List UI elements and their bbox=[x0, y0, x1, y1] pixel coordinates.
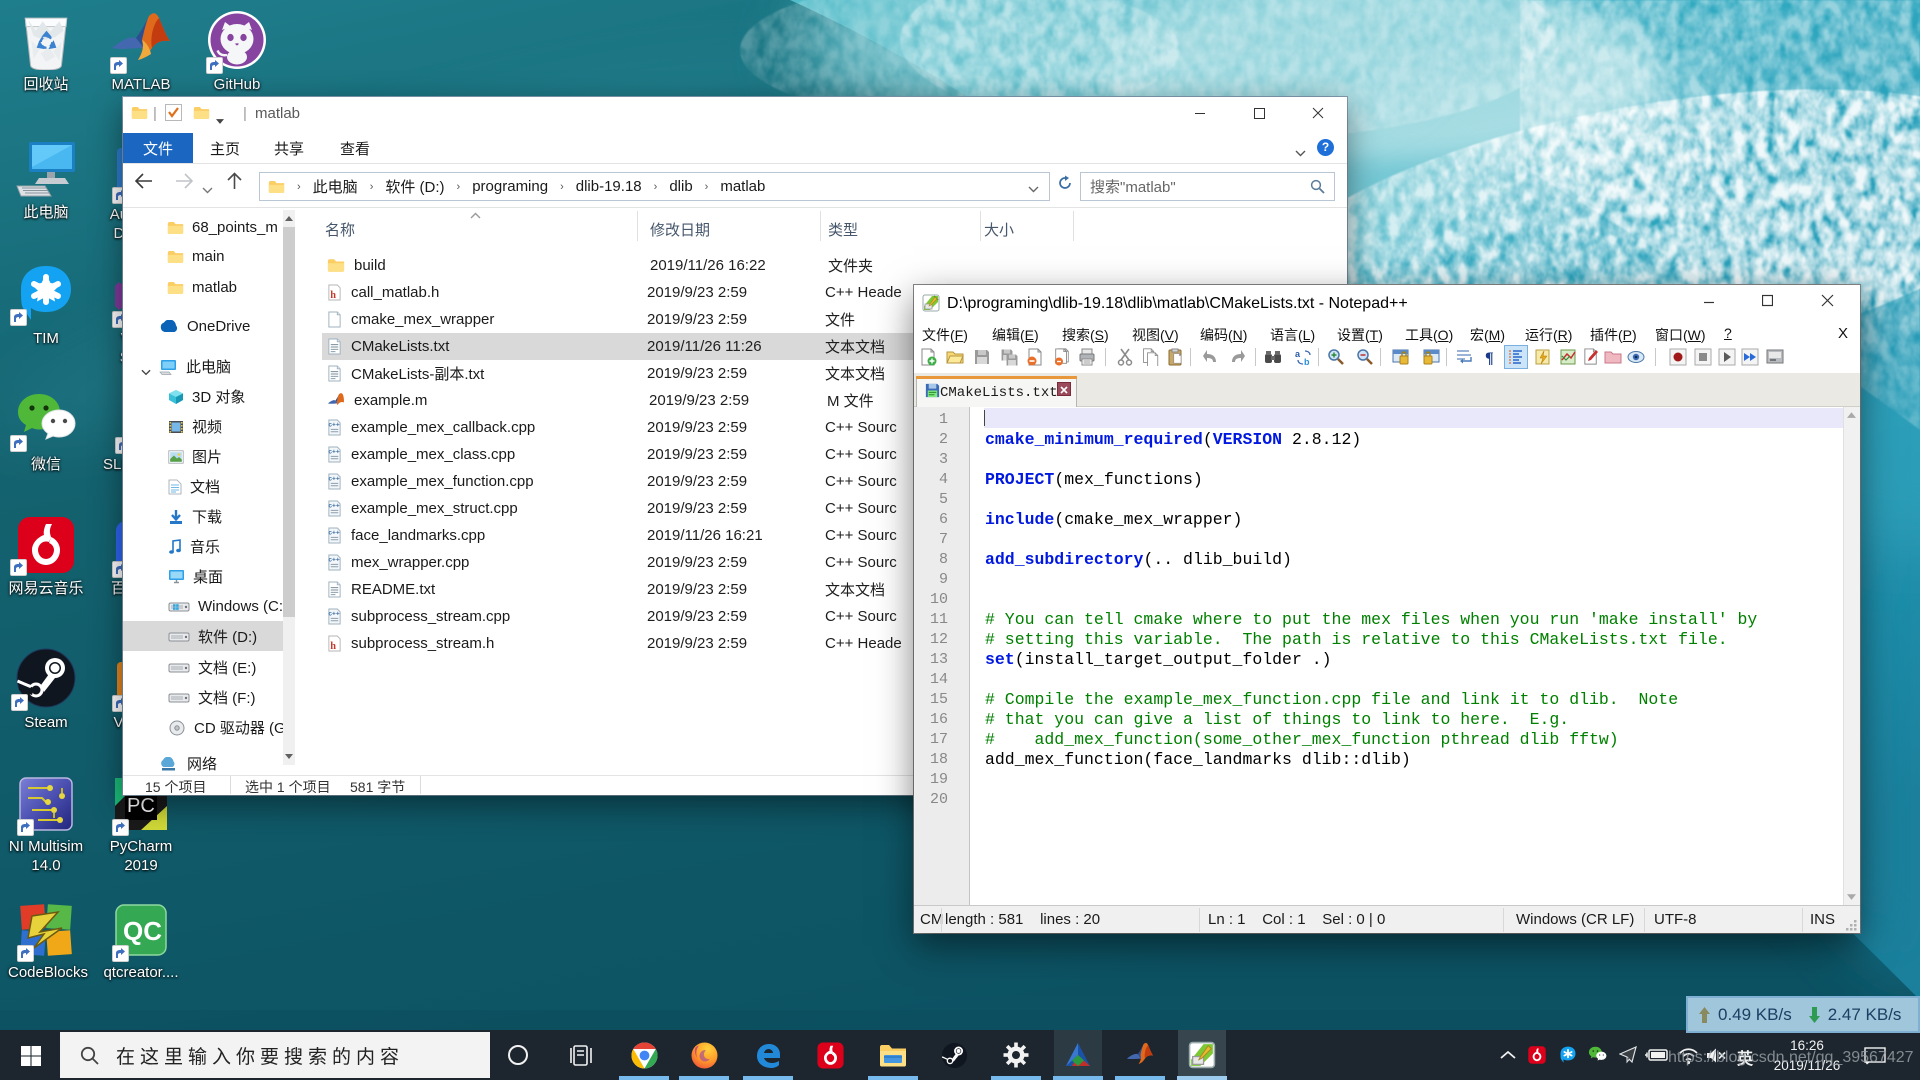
svg-text:a: a bbox=[1295, 349, 1301, 359]
svg-text:¶: ¶ bbox=[1485, 350, 1494, 366]
svg-text:b: b bbox=[1304, 357, 1310, 366]
svg-text:QC: QC bbox=[123, 916, 162, 946]
svg-text:PC: PC bbox=[127, 795, 155, 817]
